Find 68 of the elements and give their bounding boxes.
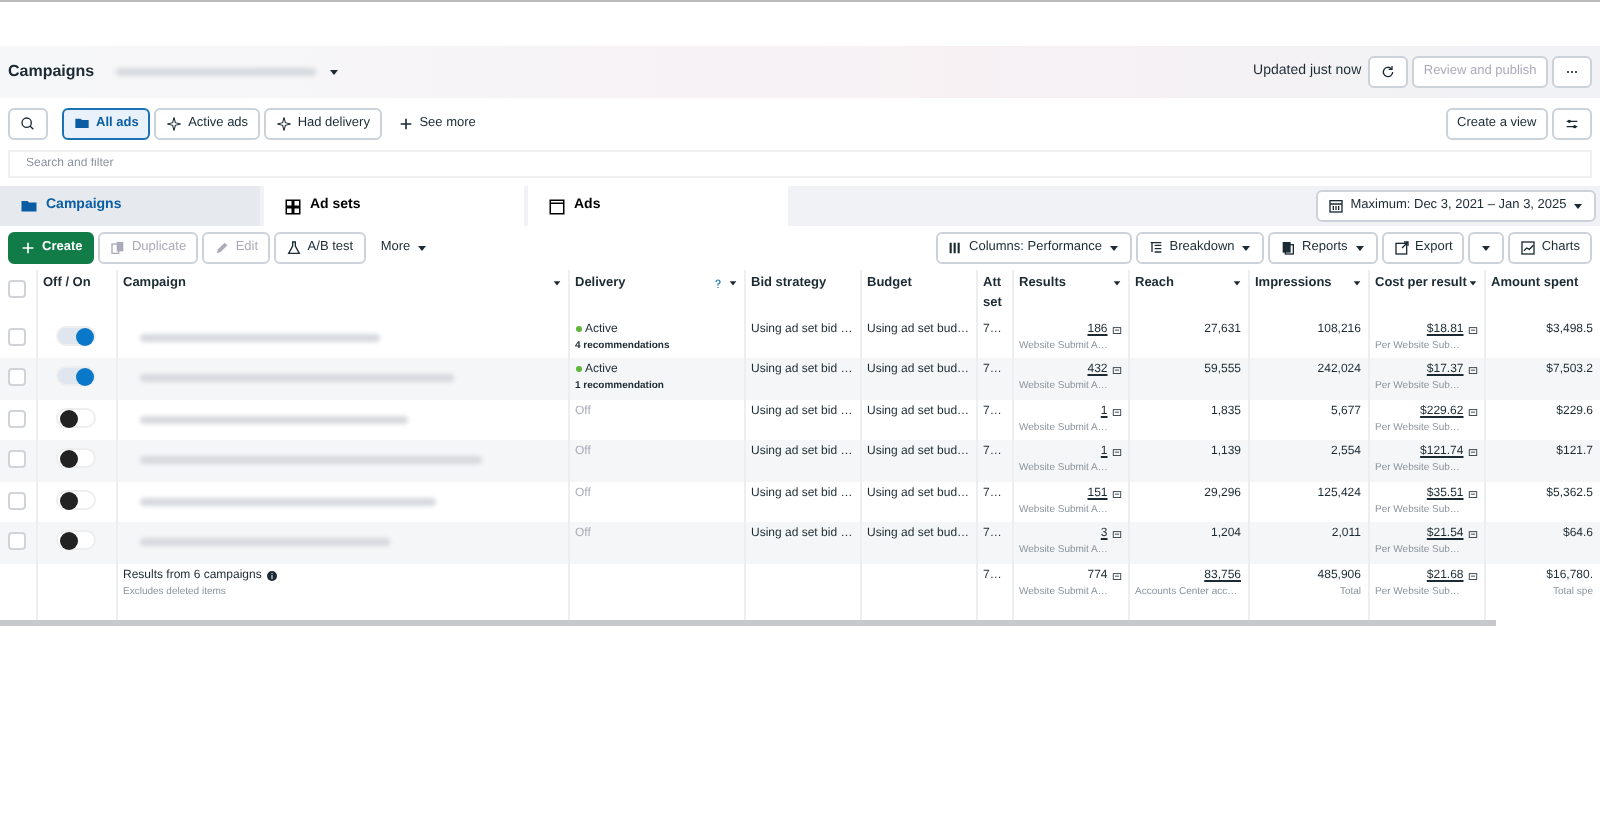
pencil-icon [213, 240, 230, 256]
info-icon [1111, 366, 1121, 376]
duplicate-icon [109, 240, 126, 256]
row-checkbox[interactable] [8, 450, 27, 468]
caret-icon [1240, 242, 1253, 254]
info-icon [1467, 489, 1477, 499]
row-checkbox[interactable] [8, 409, 27, 427]
search-icon [20, 116, 36, 132]
sort-icon [551, 278, 561, 289]
info-icon [1111, 530, 1121, 540]
toggle-switch[interactable] [56, 489, 96, 509]
caret-icon [1480, 242, 1493, 254]
info-icon [1467, 530, 1477, 540]
refresh-icon [1380, 64, 1397, 80]
sparkle-icon [166, 116, 183, 132]
export-icon [1393, 240, 1410, 256]
row-checkbox[interactable] [8, 327, 27, 345]
document-icon [1280, 240, 1297, 256]
search-button[interactable] [8, 108, 48, 140]
page-title: Campaigns [8, 60, 95, 84]
sliders-icon [1564, 116, 1580, 132]
window-icon [548, 197, 566, 215]
info-icon [1111, 571, 1121, 581]
sparkle-icon [275, 116, 292, 132]
info-icon [1467, 325, 1477, 335]
toggle-switch[interactable] [56, 530, 96, 550]
info-icon [1467, 407, 1477, 417]
info-icon [1111, 325, 1121, 335]
calendar-icon [1328, 198, 1345, 214]
info-icon [1467, 448, 1477, 458]
grid-icon [284, 197, 302, 215]
help-icon [711, 277, 724, 290]
row-checkbox[interactable] [8, 491, 27, 509]
columns-icon [947, 240, 964, 256]
row-checkbox[interactable] [8, 368, 27, 386]
sort-icon [1111, 278, 1121, 289]
dropdown-button[interactable] [1468, 232, 1505, 264]
folder-icon [20, 197, 38, 215]
info-icon [1111, 407, 1121, 417]
caret-icon [328, 66, 341, 78]
info-icon [1467, 571, 1477, 581]
folder-icon [74, 116, 90, 132]
select-all-checkbox[interactable] [8, 280, 27, 298]
adjust-button[interactable] [1552, 108, 1592, 140]
sort-icon [727, 278, 737, 289]
toggle-switch[interactable] [56, 366, 96, 386]
refresh-button[interactable] [1368, 56, 1409, 88]
chart-icon [1519, 240, 1536, 256]
toggle-switch[interactable] [56, 407, 96, 427]
plus-icon [20, 240, 36, 256]
info-icon [1111, 448, 1121, 458]
more-button[interactable] [1552, 56, 1592, 88]
list-icon [1147, 240, 1164, 256]
row-checkbox[interactable] [8, 532, 27, 550]
flask-icon [285, 240, 302, 256]
caret-icon [1353, 242, 1366, 254]
caret-icon [1108, 242, 1120, 254]
info-icon [1111, 489, 1121, 499]
sort-icon [1467, 278, 1477, 289]
info-icon [1467, 366, 1477, 376]
plus-icon [397, 116, 414, 132]
toggle-switch[interactable] [56, 325, 96, 345]
toggle-switch[interactable] [56, 448, 96, 468]
sort-icon [1351, 278, 1361, 289]
caret-icon [416, 242, 429, 254]
info-icon [265, 570, 278, 582]
caret-icon [1572, 200, 1585, 212]
sort-icon [1231, 278, 1241, 289]
